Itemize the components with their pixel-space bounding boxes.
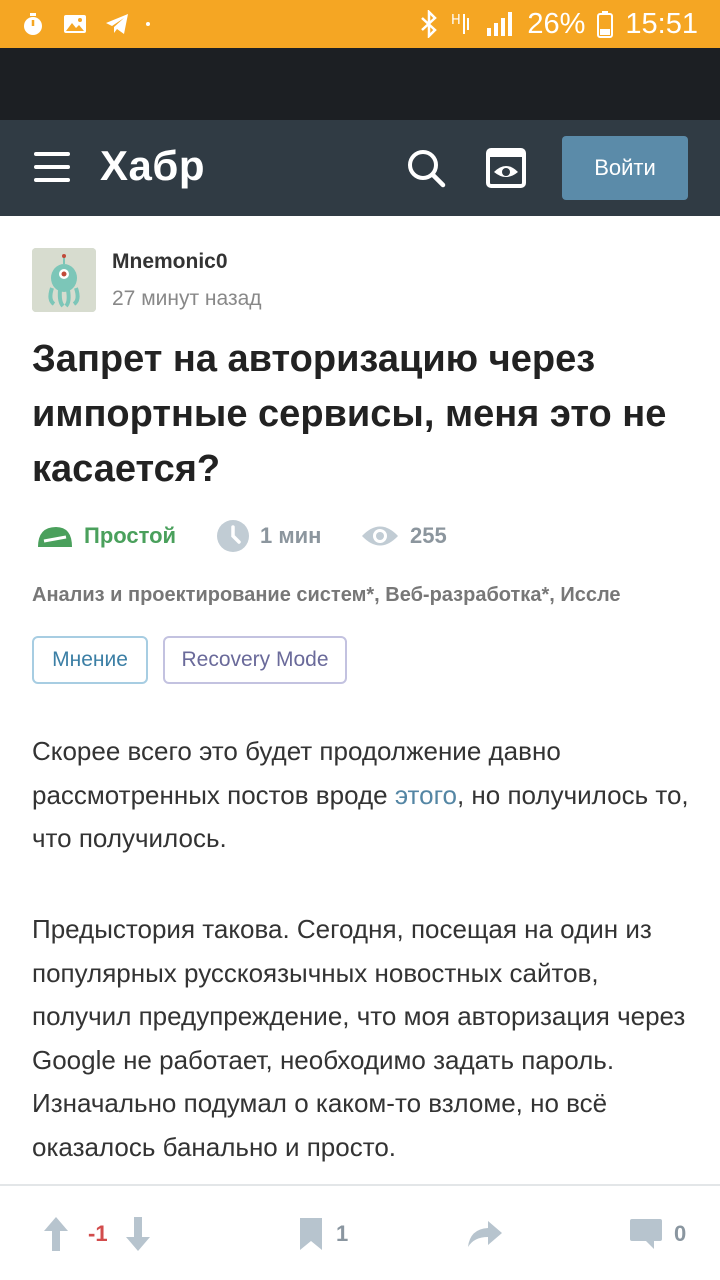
tag-opinion[interactable]: Мнение: [32, 636, 148, 684]
reading-mode-icon[interactable]: [486, 148, 526, 188]
bottom-toolbar: -1 1 0: [0, 1184, 720, 1280]
network-icon: H: [451, 13, 470, 34]
svg-text:H: H: [451, 13, 461, 28]
image-icon: [64, 15, 86, 33]
author-name[interactable]: Mnemonic0: [112, 250, 228, 274]
rating-value: -1: [88, 1221, 108, 1246]
timer-icon: [24, 13, 42, 35]
status-bar: H 26% 15:51: [0, 0, 720, 48]
battery-icon: [597, 11, 614, 38]
article-paragraph: Скорее всего это будет продолжение давно…: [32, 730, 702, 861]
difficulty-icon: [38, 527, 72, 547]
site-logo[interactable]: Хабр: [100, 142, 205, 190]
hubs-list[interactable]: Анализ и проектирование систем*, Веб-раз…: [32, 584, 694, 607]
publish-time: 27 минут назад: [112, 287, 262, 310]
login-button[interactable]: Войти: [562, 136, 688, 200]
article-paragraph: Предыстория такова. Сегодня, посещая на …: [32, 914, 686, 1162]
reading-time: 1 мин: [216, 518, 321, 554]
app-header: Хабр Войти: [0, 120, 720, 216]
article-title: Запрет на авторизацию через импортные се…: [32, 338, 667, 490]
rating-group: -1: [42, 1212, 152, 1256]
views-label: 255: [410, 523, 447, 548]
bookmark-group[interactable]: 1: [298, 1212, 348, 1256]
difficulty-badge: Простой: [36, 518, 176, 554]
comments-group[interactable]: 0: [628, 1212, 686, 1256]
eye-icon: [362, 526, 398, 546]
downvote-icon[interactable]: [124, 1215, 152, 1253]
clock-icon: [217, 520, 249, 552]
signal-icon: [487, 12, 513, 36]
avatar-image: [32, 248, 96, 312]
avatar[interactable]: [32, 248, 96, 312]
clock: 15:51: [625, 7, 698, 40]
comments-count: 0: [674, 1221, 687, 1246]
upvote-icon[interactable]: [42, 1215, 70, 1253]
bluetooth-icon: [421, 10, 438, 38]
battery-percent: 26%: [527, 7, 586, 40]
tag-recovery-mode[interactable]: Recovery Mode: [163, 636, 347, 684]
reading-time-label: 1 мин: [260, 523, 322, 548]
notification-dot: [146, 22, 150, 26]
article-link[interactable]: этого: [395, 780, 457, 810]
telegram-icon: [106, 14, 128, 34]
menu-icon[interactable]: [34, 152, 70, 182]
bookmark-icon[interactable]: [298, 1216, 324, 1252]
views-count: 255: [360, 518, 447, 554]
difficulty-label: Простой: [84, 523, 177, 548]
comments-icon[interactable]: [628, 1217, 664, 1251]
bookmark-count: 1: [336, 1221, 349, 1246]
search-icon[interactable]: [406, 148, 446, 188]
share-group[interactable]: [466, 1212, 504, 1256]
share-icon[interactable]: [466, 1219, 504, 1249]
system-bar: [0, 48, 720, 120]
